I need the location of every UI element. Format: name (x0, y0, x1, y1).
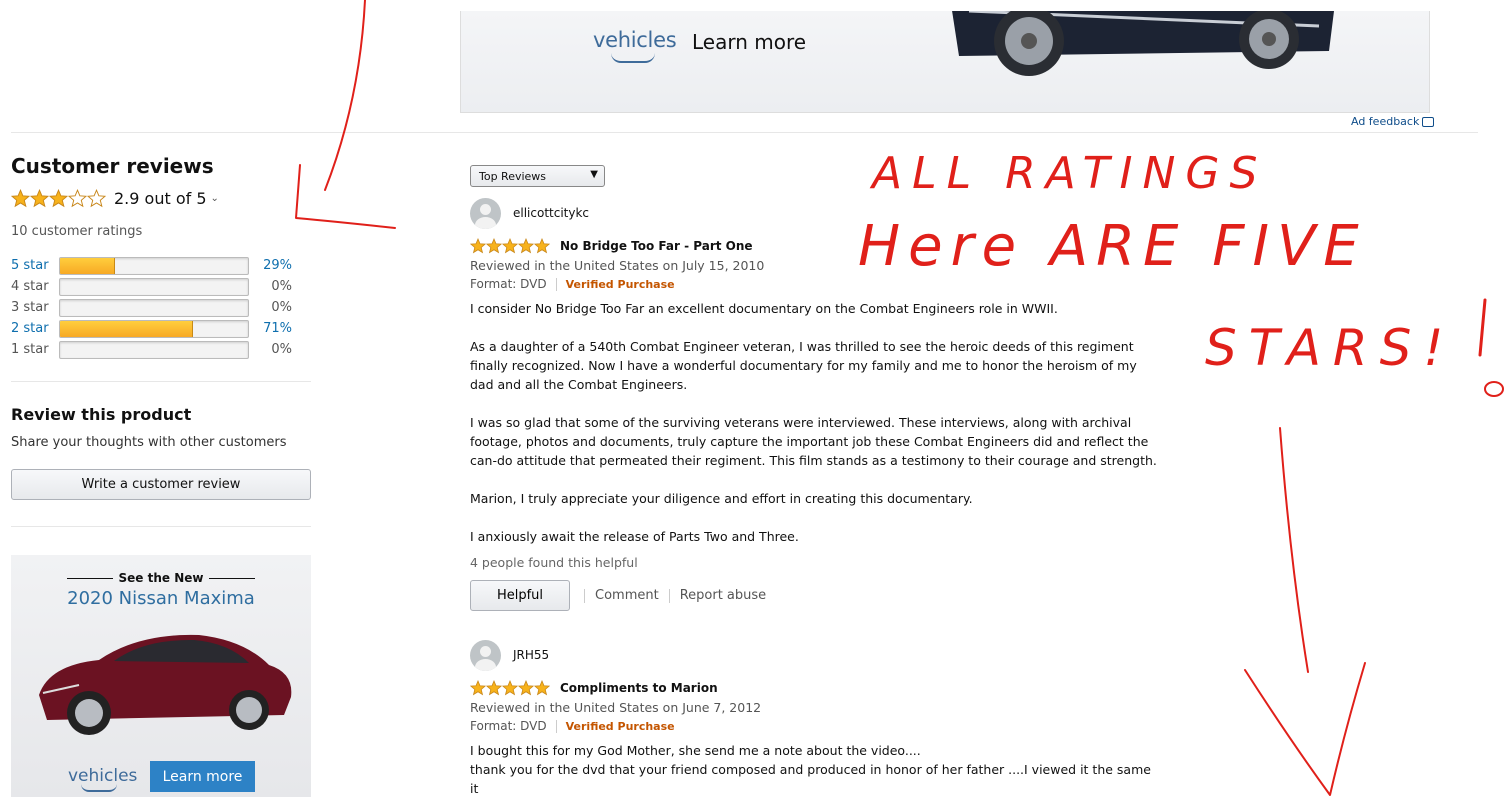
average-rating-row[interactable]: 2.9 out of 5 ⌄ (11, 187, 311, 209)
review-stars (470, 238, 550, 254)
histogram-bar (59, 340, 249, 359)
histogram-bar[interactable] (59, 256, 249, 275)
histogram-star-label[interactable]: 2 star (11, 321, 59, 336)
review-title[interactable]: Compliments to Marion (560, 681, 718, 695)
vehicles-logo: vehicles (593, 28, 677, 52)
ad-learn-more-button[interactable]: Learn more (150, 761, 255, 792)
star-icon (518, 238, 534, 254)
suv-image (952, 11, 1334, 76)
star-icon (87, 188, 106, 207)
verified-purchase-badge: Verified Purchase (565, 719, 675, 733)
ratings-count: 10 customer ratings (11, 224, 143, 239)
chevron-down-icon: ▼ (590, 169, 598, 180)
review-date: Reviewed in the United States on June 7,… (470, 700, 762, 715)
annotation-line-3: STARS! (1205, 319, 1455, 377)
average-stars (11, 188, 106, 208)
review-item: ellicottcitykc No Bridge Too Far - Part … (470, 197, 1160, 611)
histogram-percent: 0% (271, 300, 292, 315)
comment-link[interactable]: Comment (595, 588, 659, 603)
verified-purchase-badge: Verified Purchase (565, 277, 675, 291)
review-format: Format: DVD (470, 719, 547, 733)
histogram-row[interactable]: 2 star 71% (11, 318, 311, 339)
star-icon (30, 188, 49, 207)
ad-feedback-label[interactable]: Ad feedback (1351, 115, 1419, 128)
histogram-star-label: 1 star (11, 342, 49, 357)
star-icon (534, 238, 550, 254)
histogram-percent: 0% (271, 279, 292, 294)
histogram-star-label: 3 star (11, 300, 49, 315)
star-icon (518, 680, 534, 696)
review-product-heading: Review this product (11, 405, 192, 424)
histogram-row[interactable]: 5 star 29% (11, 255, 311, 276)
review-author[interactable]: ellicottcitykc (513, 206, 589, 220)
review-title[interactable]: No Bridge Too Far - Part One (560, 239, 753, 253)
histogram-row: 1 star 0% (11, 339, 311, 360)
histogram-percent[interactable]: 71% (249, 321, 292, 336)
star-icon (49, 188, 68, 207)
amazon-smile-logo (81, 784, 117, 792)
histogram-row: 3 star 0% (11, 297, 311, 318)
star-icon (486, 238, 502, 254)
ad-feedback-link[interactable]: Ad feedback (1351, 115, 1435, 128)
histogram-bar-fill (60, 320, 194, 337)
histogram-percent[interactable]: 29% (249, 258, 292, 273)
customer-reviews-heading: Customer reviews (11, 154, 214, 178)
star-icon (486, 680, 502, 696)
sort-reviews-select[interactable]: Top Reviews ▼ (470, 165, 605, 187)
divider (668, 588, 670, 603)
sort-selected-value: Top Reviews (479, 170, 547, 183)
star-icon (470, 680, 486, 696)
report-abuse-link[interactable]: Report abuse (680, 588, 766, 603)
star-icon (502, 680, 518, 696)
divider (584, 588, 585, 603)
histogram-bar-fill (60, 257, 115, 274)
histogram-star-label[interactable]: 5 star (11, 258, 59, 273)
write-review-button[interactable]: Write a customer review (11, 469, 311, 500)
ad-heading: See the New (11, 571, 311, 585)
top-vehicles-ad[interactable]: vehicles Learn more (460, 11, 1430, 113)
sedan-image (39, 634, 292, 735)
star-icon (502, 238, 518, 254)
star-icon (470, 238, 486, 254)
histogram-bar[interactable] (59, 319, 249, 338)
divider (11, 381, 311, 382)
helpful-button[interactable]: Helpful (470, 580, 570, 611)
histogram-row: 4 star 0% (11, 276, 311, 297)
divider (555, 277, 557, 291)
review-date: Reviewed in the United States on July 15… (470, 258, 765, 273)
review-product-subtitle: Share your thoughts with other customers (11, 435, 287, 450)
avatar (470, 639, 501, 671)
review-body: I bought this for my God Mother, she sen… (470, 743, 1151, 796)
nissan-maxima-ad[interactable]: See the New 2020 Nissan Maxima vehicles … (11, 555, 311, 797)
helpful-count: 4 people found this helpful (470, 555, 638, 570)
histogram-bar (59, 277, 249, 296)
ad-model: 2020 Nissan Maxima (67, 588, 255, 609)
reviews-summary-panel: Customer reviews 2.9 out of 5 ⌄ 10 custo… (11, 150, 311, 527)
divider (11, 132, 1478, 133)
amazon-smile-logo (611, 53, 655, 63)
chevron-down-icon[interactable]: ⌄ (211, 193, 219, 204)
star-icon (11, 188, 30, 207)
star-icon (534, 680, 550, 696)
histogram-star-label: 4 star (11, 279, 49, 294)
review-body: I consider No Bridge Too Far an excellen… (470, 301, 1157, 544)
ad-learn-more-link[interactable]: Learn more (692, 30, 806, 54)
review-format: Format: DVD (470, 277, 547, 291)
divider (11, 526, 311, 527)
rating-histogram: 5 star 29% 4 star 0% 3 star 0% 2 star 71% 1 … (11, 255, 311, 360)
avatar (470, 197, 501, 229)
star-icon (68, 188, 87, 207)
average-rating-text[interactable]: 2.9 out of 5 (114, 189, 207, 208)
histogram-percent: 0% (271, 342, 292, 357)
comment-icon (1422, 117, 1435, 127)
review-author[interactable]: JRH55 (513, 648, 549, 662)
vehicles-logo: vehicles (68, 766, 138, 786)
review-item: JRH55 Compliments to Marion Reviewed in … (470, 639, 1160, 797)
review-stars (470, 680, 550, 696)
annotation-line-1: ALL RATINGS (869, 148, 1267, 199)
histogram-bar (59, 298, 249, 317)
divider (555, 719, 557, 733)
